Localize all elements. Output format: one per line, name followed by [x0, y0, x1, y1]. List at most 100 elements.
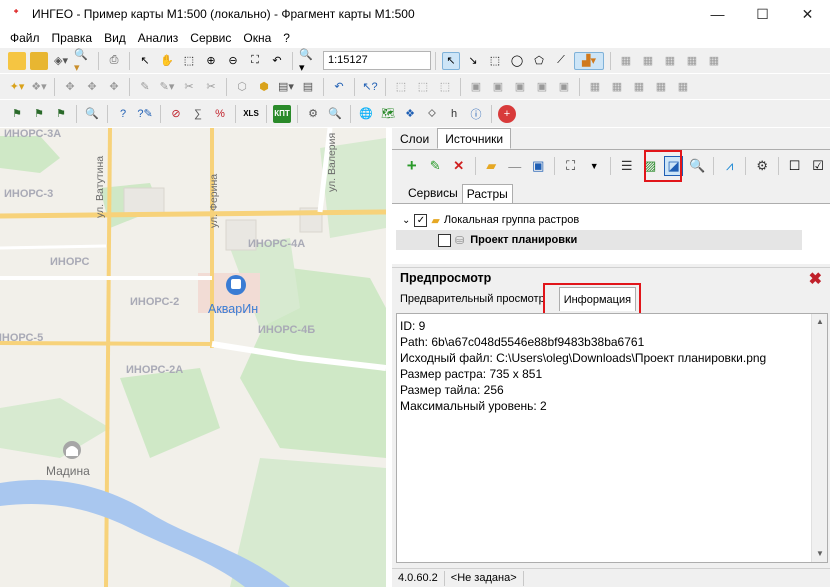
route-tool-3-icon[interactable]: ⚑ — [52, 105, 70, 123]
edit-tool-10-icon[interactable]: ⬚ — [392, 78, 410, 96]
menu-file[interactable]: Файл — [4, 31, 46, 45]
edit-tool-22-icon[interactable]: ▦ — [674, 78, 692, 96]
query-edit-icon[interactable]: ?✎ — [136, 105, 154, 123]
delete-icon[interactable]: ✕ — [449, 156, 469, 176]
pan-hand-icon[interactable]: ✋ — [158, 52, 176, 70]
route-tool-1-icon[interactable]: ⚑ — [8, 105, 26, 123]
checkbox-on-icon[interactable]: ☑ — [808, 156, 828, 176]
edit-tool-6-icon[interactable]: ✂ — [180, 78, 198, 96]
edit-tool-20-icon[interactable]: ▦ — [630, 78, 648, 96]
zoom-out-icon[interactable]: ⊖ — [224, 52, 242, 70]
list-icon[interactable]: ☰ — [617, 156, 637, 176]
add-folder-icon[interactable]: ▰ — [481, 156, 501, 176]
open-map-icon[interactable] — [8, 51, 26, 70]
nav-arrow-icon[interactable]: ⬦ — [423, 105, 441, 123]
edit-tool-7-icon[interactable]: ✂ — [202, 78, 220, 96]
map-view[interactable]: ИНОРС-3А ИНОРС-3 ИНОРС ИНОРС-4А ИНОРС-2 … — [0, 128, 386, 587]
tab-sources[interactable]: Источники — [437, 128, 512, 149]
find-icon[interactable]: 🔍 — [83, 105, 101, 123]
select-polygon-icon[interactable]: ⬠ — [530, 52, 548, 70]
grid-tool-5-icon[interactable]: ▦ — [705, 52, 723, 70]
tree-group-row[interactable]: ⌄ ✓ ▰ Локальная группа растров — [402, 210, 579, 230]
remove-icon[interactable]: — — [505, 156, 525, 176]
calc-icon[interactable]: ∑ — [189, 105, 207, 123]
edit-tool-13-icon[interactable]: ▣ — [467, 78, 485, 96]
select-rect-icon[interactable]: ⬚ — [486, 52, 504, 70]
edit-tool-11-icon[interactable]: ⬚ — [414, 78, 432, 96]
select-line-icon[interactable]: ⟋ — [552, 52, 570, 70]
globe-icon[interactable]: 🌐 — [357, 105, 375, 123]
maximize-button[interactable]: ☐ — [740, 0, 785, 28]
edit-tool-19-icon[interactable]: ▦ — [608, 78, 626, 96]
edit-pencil-icon[interactable]: ✎ — [426, 156, 446, 176]
subtab-services[interactable]: Сервисы — [404, 184, 462, 204]
forbid-icon[interactable]: ⊘ — [167, 105, 185, 123]
edit-tool-14-icon[interactable]: ▣ — [489, 78, 507, 96]
grid-tool-3-icon[interactable]: ▦ — [661, 52, 679, 70]
zoom-in-icon[interactable]: ⊕ — [202, 52, 220, 70]
tab-layers[interactable]: Слои — [392, 128, 437, 149]
search-icon[interactable]: 🔍 — [687, 156, 707, 176]
kpt-import-icon[interactable]: КПТ — [273, 104, 291, 123]
tab-preview[interactable]: Предварительный просмотр — [396, 289, 549, 311]
edit-tool-1-icon[interactable]: ✥ — [61, 78, 79, 96]
plugin-1-icon[interactable]: ⚙ — [304, 105, 322, 123]
undo-icon[interactable]: ↶ — [330, 78, 348, 96]
add-object-icon[interactable]: ✦▾ — [8, 78, 26, 96]
plugin-2-icon[interactable]: 🔍 — [326, 105, 344, 123]
grid-tool-4-icon[interactable]: ▦ — [683, 52, 701, 70]
edit-tool-17-icon[interactable]: ▣ — [555, 78, 573, 96]
edit-tool-4-icon[interactable]: ✎ — [136, 78, 154, 96]
close-window-button[interactable]: ✕ — [785, 0, 830, 28]
table-icon[interactable]: ▤▾ — [277, 78, 295, 96]
menu-service[interactable]: Сервис — [184, 31, 237, 45]
object-type-icon[interactable]: ❖▾ — [30, 78, 48, 96]
scale-menu-icon[interactable]: 🔍▾ — [299, 49, 317, 74]
edit-tool-5-icon[interactable]: ✎▾ — [158, 78, 176, 96]
table-edit-icon[interactable]: ▤ — [299, 78, 317, 96]
edit-tool-3-icon[interactable]: ✥ — [105, 78, 123, 96]
edit-tool-16-icon[interactable]: ▣ — [533, 78, 551, 96]
item-checkbox[interactable] — [438, 233, 451, 247]
checkbox-off-icon[interactable]: ☐ — [785, 156, 805, 176]
zoom-previous-icon[interactable]: ↶ — [268, 52, 286, 70]
layers-dropdown-icon[interactable]: ◈▾ — [52, 52, 70, 70]
pulse-icon[interactable]: ⩘ — [720, 156, 740, 176]
add-icon[interactable]: + — [402, 156, 422, 176]
select-arrow-icon[interactable]: ↖ — [136, 52, 154, 70]
search-document-icon[interactable]: 🔍▾ — [74, 49, 92, 74]
zoom-window-icon[interactable]: ⬚ — [180, 52, 198, 70]
edit-tool-9-icon[interactable]: ⬢ — [255, 78, 273, 96]
edit-tool-12-icon[interactable]: ⬚ — [436, 78, 454, 96]
select-tool-icon[interactable]: ↖ — [442, 51, 460, 70]
map-web-icon[interactable]: 🗺 — [379, 105, 397, 123]
scroll-up-icon[interactable]: ▲ — [812, 314, 828, 330]
help-pointer-icon[interactable]: ↖? — [361, 78, 379, 96]
save-icon[interactable]: ▣ — [528, 156, 548, 176]
marker-icon[interactable]: ❖ — [401, 105, 419, 123]
info-scrollbar[interactable]: ▲ ▼ — [811, 314, 827, 562]
grid-tool-1-icon[interactable]: ▦ — [617, 52, 635, 70]
scroll-down-icon[interactable]: ▼ — [812, 546, 828, 562]
query-icon[interactable]: ? — [114, 105, 132, 123]
chevron-down-icon[interactable]: ⌄ — [402, 215, 410, 226]
select-node-icon[interactable]: ↘ — [464, 52, 482, 70]
select-lasso-icon[interactable]: ◯ — [508, 52, 526, 70]
height-icon[interactable]: h — [445, 105, 463, 123]
settings-gear-icon[interactable]: ⚙ — [752, 156, 772, 176]
edit-tool-18-icon[interactable]: ▦ — [586, 78, 604, 96]
close-preview-icon[interactable]: ✖ — [809, 269, 822, 289]
zoom-extent-icon[interactable]: ⛶ — [246, 52, 264, 70]
edit-tool-8-icon[interactable]: ⬡ — [233, 78, 251, 96]
open-project-icon[interactable] — [30, 51, 48, 70]
tree-item-row[interactable]: ⛁ Проект планировки — [396, 230, 802, 250]
add-red-icon[interactable]: + — [498, 104, 516, 123]
menu-windows[interactable]: Окна — [237, 31, 277, 45]
menu-analysis[interactable]: Анализ — [132, 31, 185, 45]
edit-tool-2-icon[interactable]: ✥ — [83, 78, 101, 96]
raster-style-icon[interactable]: ▟▾ — [574, 51, 604, 70]
edit-tool-21-icon[interactable]: ▦ — [652, 78, 670, 96]
xls-export-icon[interactable]: XLS — [242, 105, 260, 123]
fullscreen-icon[interactable]: ⛶ — [561, 156, 581, 176]
subtab-rasters[interactable]: Растры — [461, 184, 513, 204]
